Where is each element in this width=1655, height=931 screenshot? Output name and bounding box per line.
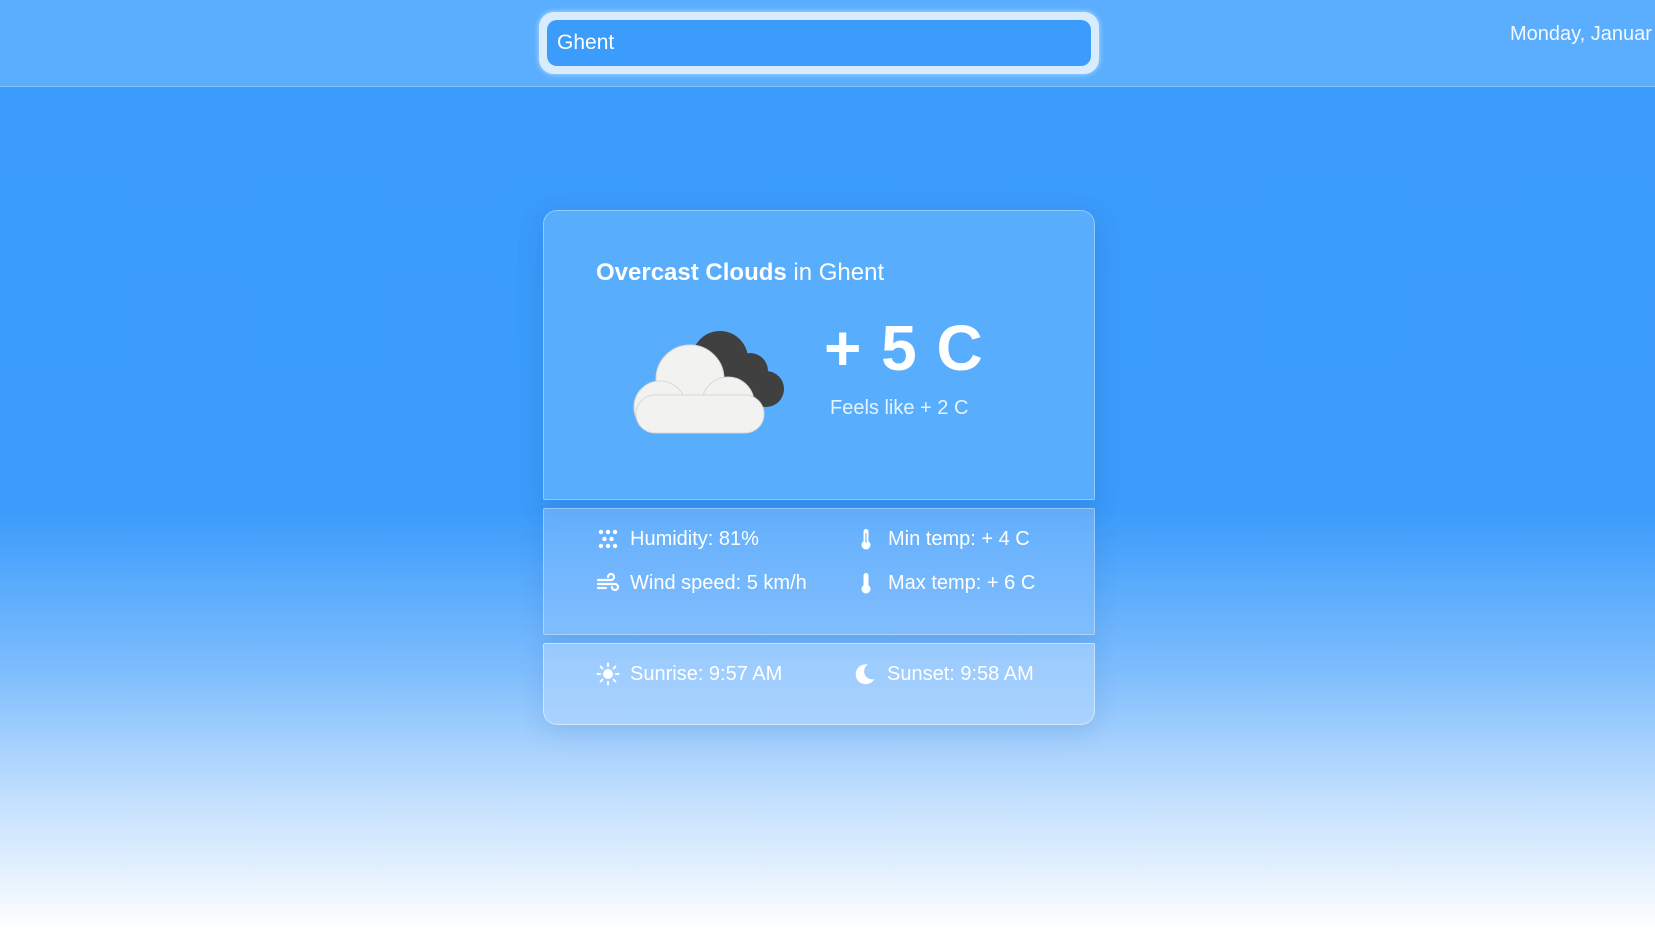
city-search-input[interactable] (547, 20, 1091, 66)
sunset-stat: Sunset: 9:58 AM (853, 662, 1034, 686)
humidity-icon (598, 529, 618, 549)
sun-times-card: Sunrise: 9:57 AM Sunset: 9:58 AM (543, 643, 1095, 725)
wind-speed-stat: Wind speed: 5 km/h (596, 571, 807, 595)
sunset-label: Sunset: 9:58 AM (887, 662, 1034, 685)
wind-speed-label: Wind speed: 5 km/h (630, 571, 807, 594)
humidity-stat: Humidity: 81% (596, 527, 759, 551)
sunrise-stat: Sunrise: 9:57 AM (596, 662, 782, 686)
weather-stats-card: Humidity: 81% Wind speed: 5 km/h Min tem… (543, 508, 1095, 635)
max-temp-label: Max temp: + 6 C (888, 571, 1036, 594)
sun-icon (596, 662, 620, 686)
wind-icon (596, 572, 620, 592)
current-temperature: + 5 C (824, 312, 984, 384)
feels-like-temperature: Feels like + 2 C (830, 397, 969, 419)
weather-location: in Ghent (786, 259, 885, 286)
humidity-label: Humidity: 81% (630, 527, 759, 550)
sunrise-label: Sunrise: 9:57 AM (630, 662, 783, 685)
moon-icon (855, 664, 875, 685)
min-temp-label: Min temp: + 4 C (888, 527, 1030, 550)
weather-headline: Overcast Clouds in Ghent (596, 259, 884, 287)
top-bar: Monday, Januar (0, 0, 1655, 87)
max-temp-stat: Max temp: + 6 C (854, 571, 1035, 595)
weather-summary-card: Overcast Clouds in Ghent + 5 C Feels lik… (543, 210, 1095, 500)
weather-condition: Overcast Clouds (596, 259, 787, 286)
search-box (539, 12, 1099, 74)
overcast-clouds-icon (633, 331, 784, 434)
min-temp-stat: Min temp: + 4 C (854, 527, 1030, 551)
thermometer-icon (861, 573, 871, 594)
current-date: Monday, Januar (1510, 23, 1652, 45)
thermometer-icon (861, 529, 871, 550)
